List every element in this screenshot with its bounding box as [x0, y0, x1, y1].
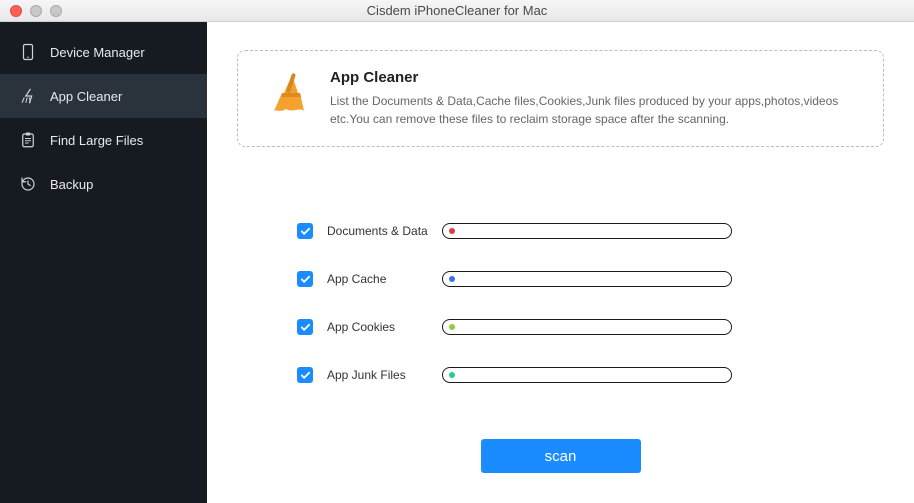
scan-row-documents-data: Documents & Data	[297, 207, 884, 255]
clipboard-icon	[18, 130, 38, 150]
sidebar-item-device-manager[interactable]: Device Manager	[0, 30, 207, 74]
checkbox-app-junk-files[interactable]	[297, 367, 313, 383]
broom-icon	[18, 86, 38, 106]
progress-documents-data	[442, 223, 732, 239]
scan-row-app-junk-files: App Junk Files	[297, 351, 884, 399]
info-title: App Cleaner	[330, 69, 859, 86]
info-description: List the Documents & Data,Cache files,Co…	[330, 92, 859, 128]
progress-dot	[449, 228, 455, 234]
sidebar-item-label: Device Manager	[50, 45, 145, 60]
sidebar-item-find-large-files[interactable]: Find Large Files	[0, 118, 207, 162]
sidebar-item-label: App Cleaner	[50, 89, 122, 104]
scan-button[interactable]: scan	[481, 439, 641, 473]
scan-list: Documents & Data App Cache App Cookies	[237, 207, 884, 399]
maximize-icon[interactable]	[50, 5, 62, 17]
minimize-icon[interactable]	[30, 5, 42, 17]
checkbox-app-cookies[interactable]	[297, 319, 313, 335]
row-label: App Cookies	[327, 320, 442, 334]
sidebar-item-app-cleaner[interactable]: App Cleaner	[0, 74, 207, 118]
sidebar-item-label: Backup	[50, 177, 93, 192]
scan-row-app-cookies: App Cookies	[297, 303, 884, 351]
broom-large-icon	[262, 69, 310, 117]
sidebar-item-label: Find Large Files	[50, 133, 143, 148]
progress-dot	[449, 372, 455, 378]
progress-app-junk-files	[442, 367, 732, 383]
titlebar: Cisdem iPhoneCleaner for Mac	[0, 0, 914, 22]
checkbox-documents-data[interactable]	[297, 223, 313, 239]
device-icon	[18, 42, 38, 62]
progress-dot	[449, 324, 455, 330]
progress-dot	[449, 276, 455, 282]
close-icon[interactable]	[10, 5, 22, 17]
row-label: App Cache	[327, 272, 442, 286]
progress-app-cache	[442, 271, 732, 287]
progress-app-cookies	[442, 319, 732, 335]
sidebar: Device Manager App Cleaner	[0, 22, 207, 503]
window-title: Cisdem iPhoneCleaner for Mac	[0, 3, 914, 18]
checkbox-app-cache[interactable]	[297, 271, 313, 287]
info-box: App Cleaner List the Documents & Data,Ca…	[237, 50, 884, 147]
sidebar-item-backup[interactable]: Backup	[0, 162, 207, 206]
traffic-lights	[0, 5, 62, 17]
scan-row-app-cache: App Cache	[297, 255, 884, 303]
row-label: App Junk Files	[327, 368, 442, 382]
main-panel: App Cleaner List the Documents & Data,Ca…	[207, 22, 914, 503]
row-label: Documents & Data	[327, 224, 442, 238]
restore-icon	[18, 174, 38, 194]
